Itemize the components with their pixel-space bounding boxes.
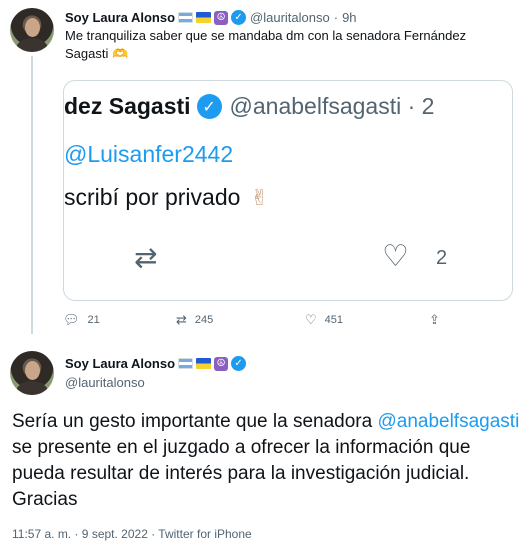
quoted-text: scribí por privado ✌: [64, 184, 269, 211]
thread-connector-line: [31, 56, 33, 334]
avatar-body: [16, 381, 48, 395]
tweet-actions: 💬︎ 21 ⇄ 245 ♡ 451 ⇪: [63, 312, 453, 332]
mention-link[interactable]: @anabelfsagasti: [377, 411, 519, 432]
quoted-like-count: 2: [436, 247, 448, 269]
avatar-face: [25, 361, 40, 380]
avatar-face: [25, 18, 40, 37]
author-name[interactable]: Soy Laura Alonso: [65, 356, 175, 371]
heart-icon: ♡: [382, 240, 409, 273]
author-handle[interactable]: @lauritalonso: [250, 10, 330, 25]
heart-icon: ♡: [305, 312, 317, 327]
quoted-mention: @Luisanfer2442: [64, 141, 234, 167]
verified-badge-icon: ✓: [231, 10, 247, 25]
share-icon: ⇪: [429, 312, 440, 327]
avatar[interactable]: [10, 8, 54, 52]
reply-count: 21: [87, 314, 100, 326]
quoted-author-name: dez Sagasti: [64, 93, 191, 119]
victory-hand-icon: ✌: [250, 184, 269, 210]
tweet2-header: Soy Laura Alonso ☮ ✓: [65, 356, 247, 371]
ukraine-flag-icon: [196, 358, 212, 369]
peace-symbol-icon: ☮: [214, 10, 229, 25]
quoted-tweet-screenshot[interactable]: dez Sagasti ✓ @anabelfsagasti · 2 @Luisa…: [63, 80, 513, 301]
like-count: 451: [324, 314, 344, 326]
quoted-text-content: scribí por privado: [64, 184, 241, 210]
retweet-icon: ⇄: [176, 312, 187, 327]
tweet-text-part: Sería un gesto importante que la senador…: [12, 411, 378, 432]
quoted-author-handle: @anabelfsagasti · 2: [229, 93, 435, 119]
tweet-text: Me tranquiliza saber que se mandaba dm c…: [65, 28, 467, 61]
avatar[interactable]: [10, 351, 54, 395]
separator: ·: [333, 10, 339, 25]
verified-badge-icon: ✓: [231, 356, 247, 371]
verified-badge-icon: ✓: [196, 94, 222, 119]
argentina-flag-icon: [178, 358, 194, 369]
argentina-flag-icon: [178, 12, 194, 23]
tweet-metadata[interactable]: 11:57 a. m. · 9 sept. 2022 · Twitter for…: [12, 527, 252, 541]
quoted-header: dez Sagasti ✓ @anabelfsagasti · 2: [64, 93, 434, 120]
author-handle[interactable]: @lauritalonso: [65, 375, 145, 390]
peace-symbol-icon: ☮: [214, 356, 229, 371]
reply-button[interactable]: 💬︎ 21: [63, 312, 100, 328]
tweet-time[interactable]: 9h: [342, 10, 356, 25]
like-button[interactable]: ♡ 451: [305, 312, 343, 328]
tweet-text-part: se presente en el juzgado a ofrecer la i…: [12, 437, 471, 510]
avatar-body: [16, 38, 48, 52]
tweet-text: Sería un gesto importante que la senador…: [12, 409, 527, 513]
author-name[interactable]: Soy Laura Alonso: [65, 10, 175, 25]
tweet1-header: Soy Laura Alonso ☮ ✓ @lauritalonso · 9h: [65, 10, 357, 25]
reply-icon: 💬︎: [63, 312, 80, 327]
share-button[interactable]: ⇪: [429, 312, 448, 328]
ukraine-flag-icon: [196, 12, 212, 23]
retweet-count: 245: [194, 314, 214, 326]
retweet-button[interactable]: ⇄ 245: [176, 312, 213, 328]
retweet-icon: ⇄: [134, 242, 158, 273]
